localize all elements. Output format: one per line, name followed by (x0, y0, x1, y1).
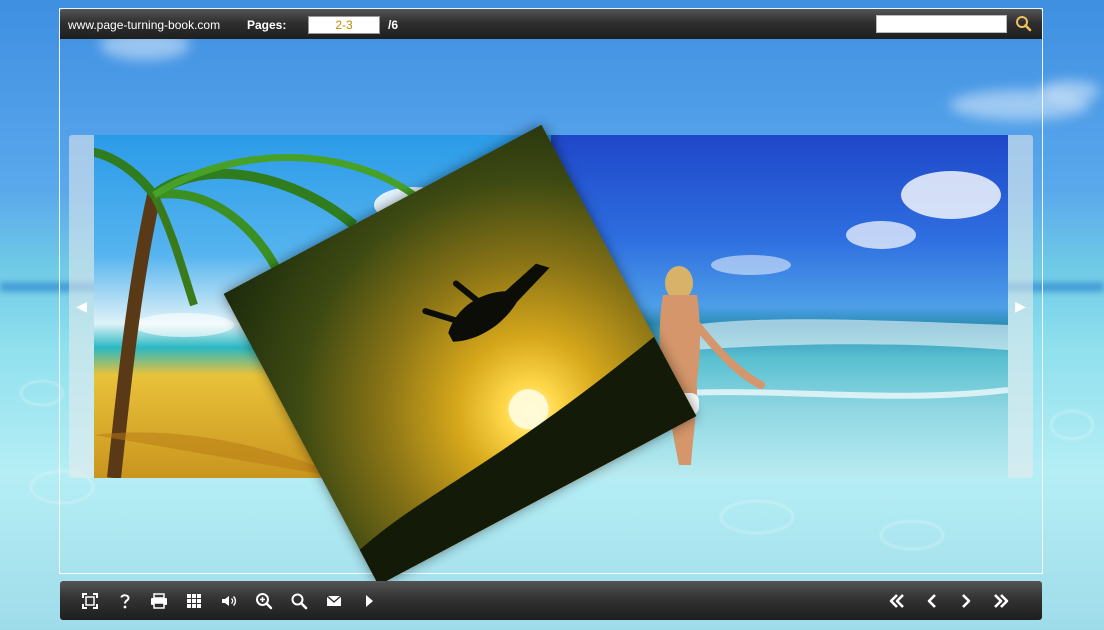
zoom-in-icon (256, 593, 273, 610)
sound-button[interactable] (217, 589, 241, 613)
last-page-icon (994, 594, 1009, 608)
fullscreen-icon (82, 593, 98, 609)
thumbnails-icon (187, 594, 201, 608)
email-button[interactable] (322, 589, 346, 613)
autoplay-icon (366, 595, 373, 607)
search-input[interactable] (876, 15, 1007, 33)
page-number-input[interactable] (308, 16, 380, 34)
search-tool-button[interactable] (287, 589, 311, 613)
pages-label: Pages: (247, 18, 287, 32)
sound-icon (222, 596, 237, 606)
top-bar: www.page-turning-book.com Pages: /6 (60, 9, 1042, 39)
next-page-button[interactable] (954, 589, 978, 613)
fullscreen-button[interactable] (78, 589, 102, 613)
help-button[interactable] (113, 589, 137, 613)
print-button[interactable] (147, 589, 171, 613)
previous-page-arrow[interactable]: ◀ (69, 135, 94, 478)
search-icon (291, 593, 308, 610)
email-icon (326, 595, 342, 606)
print-icon (151, 593, 167, 609)
zoom-in-button[interactable] (252, 589, 276, 613)
magnifier-icon (1016, 16, 1032, 32)
next-page-icon (962, 594, 971, 608)
previous-page-button[interactable] (920, 589, 944, 613)
help-icon (120, 594, 130, 609)
page-total: /6 (388, 18, 399, 32)
search-button[interactable] (1013, 14, 1035, 34)
autoplay-button[interactable] (357, 589, 381, 613)
bottom-toolbar (60, 581, 1042, 620)
next-page-arrow[interactable]: ▶ (1008, 135, 1033, 478)
first-page-icon (889, 594, 904, 608)
first-page-button[interactable] (885, 589, 909, 613)
thumbnails-button[interactable] (182, 589, 206, 613)
previous-page-icon (927, 594, 936, 608)
last-page-button[interactable] (989, 589, 1013, 613)
site-link[interactable]: www.page-turning-book.com (68, 18, 220, 32)
